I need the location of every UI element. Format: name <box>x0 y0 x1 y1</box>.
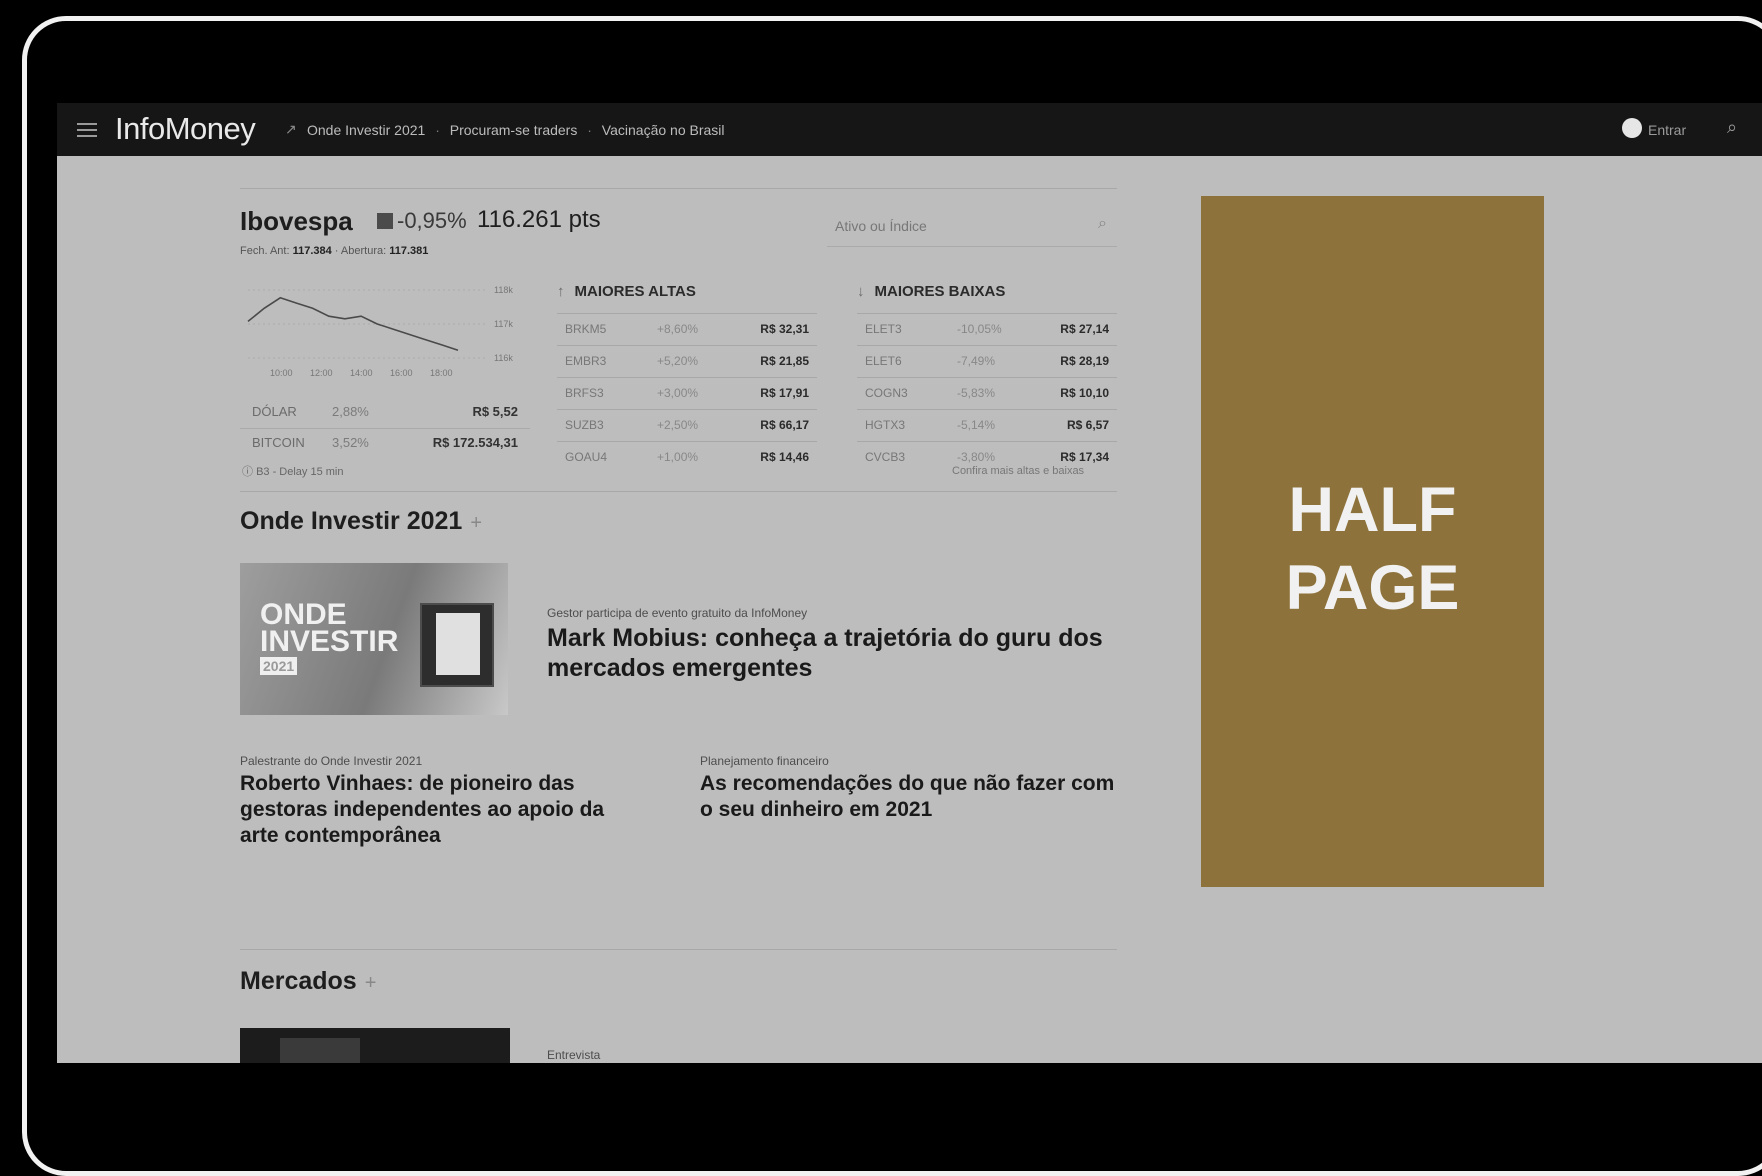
divider <box>240 949 1117 950</box>
arrow-up-icon: ↑ <box>557 283 565 300</box>
y-tick-label: 118k <box>494 285 513 295</box>
onde-investir-banner[interactable]: ONDE INVESTIR 2021 <box>240 563 508 715</box>
search-icon[interactable]: ⌕ <box>1098 215 1107 233</box>
currency-row-bitcoin[interactable]: BITCOIN 3,52% R$ 172.534,31 <box>240 429 530 459</box>
table-row[interactable]: ELET3 -10,05% R$ 27,14 <box>857 313 1117 345</box>
section-title-mercados[interactable]: Mercados + <box>240 967 376 996</box>
ibovespa-variation: -0,95% <box>397 208 467 233</box>
asset-search-input[interactable]: Ativo ou Índice ⌕ <box>827 206 1117 247</box>
divider <box>240 188 1117 189</box>
x-tick-label: 16:00 <box>390 368 413 378</box>
gainers-table: ↑ MAIORES ALTAS BRKM5 +8,60% R$ 32,31 EMBR3… <box>557 283 817 473</box>
nav-link-vacinacao[interactable]: Vacinação no Brasil <box>602 122 725 138</box>
x-tick-label: 14:00 <box>350 368 373 378</box>
browser-viewport: InfoMoney ↗ Onde Investir 2021 · Procura… <box>57 103 1762 1063</box>
currency-pct: 3,52% <box>332 435 369 450</box>
x-tick-label: 12:00 <box>310 368 333 378</box>
losers-heading: ↓ MAIORES BAIXAS <box>857 283 1006 300</box>
search-icon[interactable]: ⌕ <box>1727 117 1737 138</box>
menu-icon[interactable] <box>77 119 97 139</box>
nav-link-traders[interactable]: Procuram-se traders <box>450 122 578 138</box>
table-row[interactable]: BRFS3 +3,00% R$ 17,91 <box>557 377 817 409</box>
ibovespa-intraday-chart: 10:00 12:00 14:00 16:00 18:00 118k 117k 116k <box>247 285 513 378</box>
table-row[interactable]: ELET6 -7,49% R$ 28,19 <box>857 345 1117 377</box>
table-row[interactable]: BRKM5 +8,60% R$ 32,31 <box>557 313 817 345</box>
user-icon[interactable] <box>1622 118 1642 138</box>
banner-text: ONDE INVESTIR <box>260 598 399 658</box>
nav-separator: · <box>435 122 440 138</box>
infomoney-logo[interactable]: InfoMoney <box>115 111 256 147</box>
banner-year: 2021 <box>260 657 298 675</box>
currency-value: R$ 5,52 <box>472 404 518 419</box>
article-kicker: Palestrante do Onde Investir 2021 <box>240 754 423 768</box>
article-thumbnail[interactable] <box>240 1028 510 1063</box>
table-row[interactable]: EMBR3 +5,20% R$ 21,85 <box>557 345 817 377</box>
plus-icon: + <box>364 972 377 994</box>
ibovespa-points: 116.261 pts <box>477 206 601 233</box>
login-link[interactable]: Entrar <box>1648 122 1686 138</box>
trending-links: Onde Investir 2021 · Procuram-se traders… <box>307 122 731 138</box>
article-kicker: Entrevista <box>547 1048 601 1062</box>
x-tick-label: 10:00 <box>270 368 293 378</box>
plus-icon: + <box>470 512 483 534</box>
section-title-onde-investir[interactable]: Onde Investir 2021 + <box>240 507 482 536</box>
table-row[interactable]: SUZB3 +2,50% R$ 66,17 <box>557 409 817 441</box>
y-tick-label: 117k <box>494 319 513 329</box>
article-kicker: Planejamento financeiro <box>700 754 829 768</box>
y-tick-label: 116k <box>494 353 513 363</box>
article-kicker: Gestor participa de evento gratuito da I… <box>547 606 808 620</box>
more-movers-link[interactable]: Confira mais altas e baixas <box>952 465 1084 477</box>
currency-table: DÓLAR 2,88% R$ 5,52 BITCOIN 3,52% R$ 172… <box>240 398 530 459</box>
index-square-icon <box>377 213 393 229</box>
half-page-ad[interactable]: HALF PAGE <box>1201 196 1544 887</box>
table-row[interactable]: HGTX3 -5,14% R$ 6,57 <box>857 409 1117 441</box>
table-row[interactable]: COGN3 -5,83% R$ 10,10 <box>857 377 1117 409</box>
currency-value: R$ 172.534,31 <box>432 435 518 450</box>
x-tick-label: 18:00 <box>430 368 453 378</box>
arrow-down-icon: ↓ <box>857 283 865 300</box>
ibovespa-subinfo: Fech. Ant: 117.384 · Abertura: 117.381 <box>240 245 429 257</box>
article-headline-left[interactable]: Roberto Vinhaes: de pioneiro das gestora… <box>240 771 640 849</box>
nav-separator: · <box>587 122 592 138</box>
losers-table: ↓ MAIORES BAIXAS ELET3 -10,05% R$ 27,14 ELE… <box>857 283 1117 473</box>
table-row[interactable]: GOAU4 +1,00% R$ 14,46 <box>557 441 817 473</box>
tablet-icon <box>420 603 494 687</box>
trending-icon: ↗ <box>285 121 297 137</box>
nav-link-onde-investir[interactable]: Onde Investir 2021 <box>307 122 425 138</box>
gainers-heading: ↑ MAIORES ALTAS <box>557 283 696 300</box>
delay-note: ⓘ B3 - Delay 15 min <box>242 466 344 478</box>
divider <box>240 491 1117 492</box>
currency-name: BITCOIN <box>252 435 305 450</box>
article-headline-main[interactable]: Mark Mobius: conheça a trajetória do gur… <box>547 623 1117 683</box>
currency-pct: 2,88% <box>332 404 369 419</box>
currency-name: DÓLAR <box>252 404 297 419</box>
top-navigation-bar: InfoMoney ↗ Onde Investir 2021 · Procura… <box>57 103 1762 156</box>
article-headline-right[interactable]: As recomendações do que não fazer com o … <box>700 771 1120 823</box>
asset-search-placeholder: Ativo ou Índice <box>835 218 927 234</box>
currency-row-dolar[interactable]: DÓLAR 2,88% R$ 5,52 <box>240 398 530 429</box>
ad-label: HALF PAGE <box>1285 475 1460 623</box>
ibovespa-title[interactable]: Ibovespa <box>240 206 353 237</box>
